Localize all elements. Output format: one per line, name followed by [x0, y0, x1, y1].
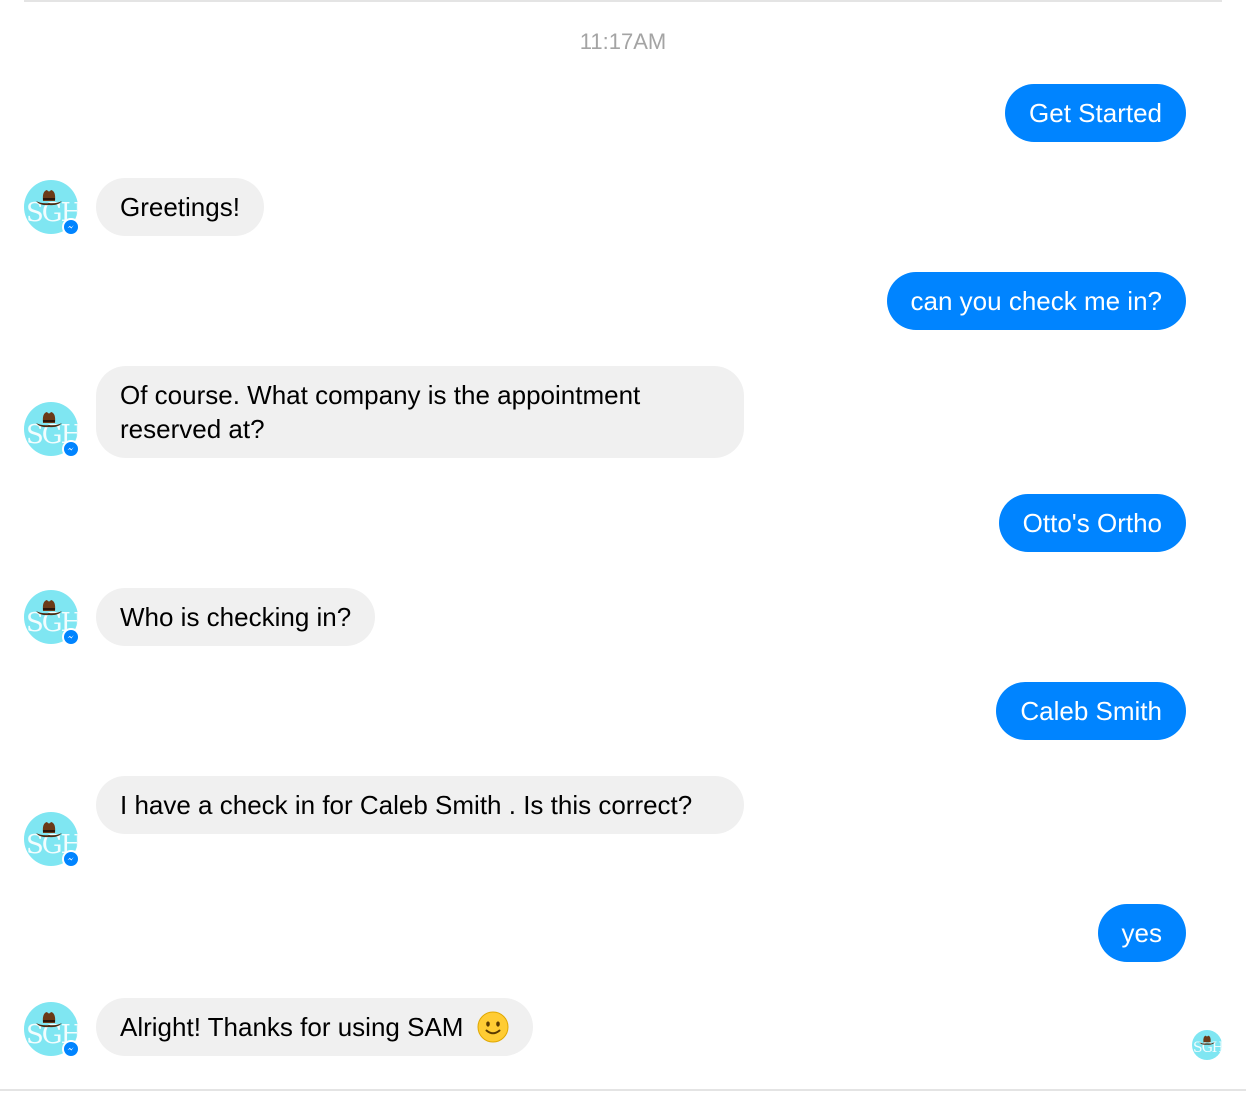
- bot-avatar[interactable]: SGH: [24, 590, 80, 646]
- cowboy-hat-icon: [36, 822, 62, 838]
- messenger-icon: [62, 218, 80, 236]
- incoming-message-bubble[interactable]: I have a check in for Caleb Smith . Is t…: [96, 776, 744, 834]
- incoming-message-bubble[interactable]: Who is checking in?: [96, 588, 376, 646]
- outgoing-message-bubble[interactable]: Get Started: [1005, 84, 1186, 142]
- bot-avatar[interactable]: SGH: [24, 180, 80, 236]
- cowboy-hat-icon: [36, 600, 62, 616]
- message-timestamp: 11:17AM: [579, 29, 667, 54]
- seen-indicator-avatar: SGH: [1192, 1030, 1222, 1060]
- outgoing-message-bubble[interactable]: can you check me in?: [886, 272, 1186, 330]
- bot-avatar[interactable]: SGH: [24, 1002, 80, 1058]
- slightly-smiling-face-icon: [477, 1011, 509, 1043]
- incoming-message-bubble[interactable]: Alright! Thanks for using SAM: [96, 998, 533, 1056]
- messenger-icon: [62, 440, 80, 458]
- cowboy-hat-icon: [36, 190, 62, 206]
- outgoing-message-bubble[interactable]: yes: [1097, 904, 1186, 962]
- bottom-divider: [0, 1089, 1246, 1091]
- incoming-message-bubble[interactable]: Of course. What company is the appointme…: [96, 366, 744, 458]
- incoming-message-text: Alright! Thanks for using SAM: [120, 1012, 464, 1042]
- incoming-message-bubble[interactable]: Greetings!: [96, 178, 264, 236]
- cowboy-hat-icon: [36, 1012, 62, 1028]
- messenger-icon: [62, 1040, 80, 1058]
- cowboy-hat-icon: [36, 412, 62, 428]
- messenger-icon: [62, 850, 80, 868]
- cowboy-hat-icon: [1199, 1035, 1215, 1045]
- messenger-icon: [62, 628, 80, 646]
- outgoing-message-bubble[interactable]: Otto's Ortho: [998, 494, 1186, 552]
- outgoing-message-bubble[interactable]: Caleb Smith: [996, 682, 1186, 740]
- top-divider: [24, 0, 1222, 2]
- bot-avatar[interactable]: SGH: [24, 402, 80, 458]
- bot-avatar[interactable]: SGH: [24, 812, 80, 868]
